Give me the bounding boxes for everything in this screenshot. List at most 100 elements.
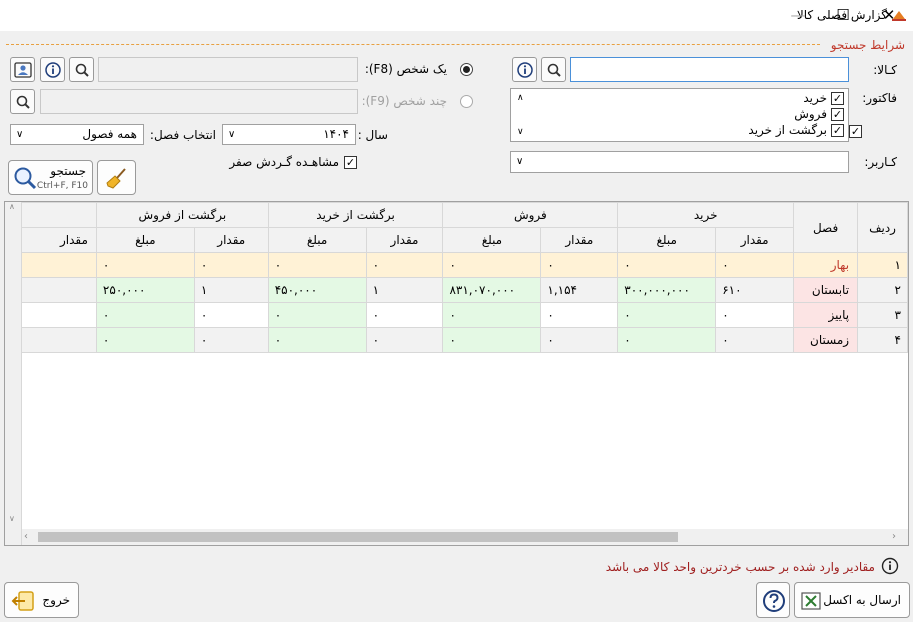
factor-item-buy[interactable]: ✓ خرید (803, 91, 844, 105)
cell: ۱ (193, 277, 269, 303)
scroll-down-icon[interactable]: ∨ (9, 514, 15, 523)
checkbox-checked-icon[interactable]: ✓ (831, 123, 844, 137)
scroll-down-icon[interactable]: ∨ (517, 127, 524, 137)
person-input[interactable] (98, 57, 358, 82)
chevron-down-icon: ∨ (228, 129, 236, 140)
one-person-radio[interactable] (460, 63, 473, 76)
scroll-up-icon[interactable]: ∧ (9, 202, 15, 211)
checkbox-checked-icon[interactable]: ✓ (831, 107, 844, 121)
sub-amount[interactable]: مبلغ (442, 227, 542, 253)
factor-item-buy-return[interactable]: ✓ برگشت از خرید (748, 123, 844, 137)
cell: ۰ (95, 302, 195, 328)
table-row[interactable]: ۲ تابستان ۶۱۰ ۳۰۰,۰۰۰,۰۰۰ ۱,۱۵۴ ۸۳۱,۰۷۰,… (5, 277, 908, 303)
kala-search-button[interactable] (541, 57, 566, 82)
sub-amount[interactable]: مبلغ (267, 227, 367, 253)
user-card-icon (13, 61, 32, 78)
checkbox-checked-icon[interactable]: ✓ (831, 91, 844, 105)
info-icon (516, 61, 533, 78)
group-buy[interactable]: خرید (617, 202, 795, 228)
kala-info-button[interactable] (512, 57, 537, 82)
season-cell: پاییز (793, 302, 859, 328)
year-label: سال : (357, 128, 388, 142)
group-buy-return[interactable]: برگشت از خرید (267, 202, 444, 228)
table-row[interactable]: ۴ زمستان ۰ ۰ ۰ ۰ ۰ ۰ ۰ ۰ ۰ (5, 327, 908, 353)
clear-button[interactable] (97, 160, 136, 195)
zero-turnover-checkbox[interactable]: ✓ (344, 156, 357, 169)
close-button[interactable]: ✕ (866, 0, 912, 31)
factor-label: فاکتور: (862, 91, 897, 105)
cell: ۰ (715, 252, 795, 278)
exit-button[interactable]: خروج (4, 582, 79, 618)
maximize-button[interactable]: ☐ (820, 0, 866, 31)
excel-icon (801, 592, 821, 610)
cell: ۰ (193, 302, 269, 328)
cell: ۰ (540, 252, 619, 278)
kala-input[interactable] (570, 57, 849, 82)
scroll-left-icon[interactable]: ‹ (24, 531, 28, 542)
search-button[interactable]: جستجو Ctrl+F, F10 (8, 160, 93, 195)
scroll-up-icon[interactable]: ∧ (517, 93, 524, 103)
horizontal-scrollbar[interactable]: ‹ › (22, 529, 908, 545)
search-icon (547, 63, 561, 77)
cell: ۰ (267, 302, 367, 328)
multi-person-search-button[interactable] (10, 89, 35, 114)
multi-person-input[interactable] (40, 89, 358, 114)
person-card-button[interactable] (10, 57, 35, 82)
sub-qty[interactable]: مقدار (540, 227, 619, 253)
cell: ۰ (617, 327, 717, 353)
cell: ۱,۱۵۴ (540, 277, 619, 303)
sub-qty[interactable]: مقدار (715, 227, 795, 253)
data-grid[interactable]: ردیف فصل خرید فروش برگشت از خرید برگشت ا… (4, 201, 909, 546)
kala-label: کـالا: (873, 63, 897, 77)
season-cell: بهار (793, 252, 859, 278)
export-excel-button[interactable]: ارسال به اکسل (794, 582, 910, 618)
cell: ۰ (442, 252, 542, 278)
cell: ۰ (365, 327, 444, 353)
info-icon (881, 557, 899, 575)
cell: ۱ (365, 277, 444, 303)
unit-note: مقادیر وارد شده بر حسب خردترین واحد کالا… (605, 560, 875, 574)
year-select[interactable]: ∨ ۱۴۰۴ (222, 124, 356, 145)
vertical-scrollbar[interactable]: ∧ ∨ (5, 202, 22, 545)
user-select[interactable]: ∨ (510, 151, 849, 173)
scrollbar-thumb[interactable] (38, 532, 678, 542)
table-row[interactable]: ۱ بهار ۰ ۰ ۰ ۰ ۰ ۰ ۰ ۰ ۰ (5, 252, 908, 278)
minimize-button[interactable]: — (775, 0, 821, 31)
factor-item-sell[interactable]: ✓ فروش (794, 107, 844, 121)
exit-label: خروج (42, 593, 70, 607)
season-cell: زمستان (793, 327, 859, 353)
person-search-button[interactable] (69, 57, 94, 82)
season-select[interactable]: ∨ همه فصول (10, 124, 144, 145)
sub-amount[interactable]: مبلغ (617, 227, 717, 253)
help-button[interactable] (756, 582, 790, 618)
sub-qty[interactable]: مقدار (193, 227, 269, 253)
search-icon (16, 95, 30, 109)
cell: ۰ (193, 327, 269, 353)
cell: ۰ (715, 327, 795, 353)
cell: ۰ (540, 327, 619, 353)
cell: ۳۰۰,۰۰۰,۰۰۰ (617, 277, 717, 303)
row-number: ۴ (857, 327, 908, 353)
cell: ۰ (193, 252, 269, 278)
factor-all-checkbox[interactable]: ✓ (849, 125, 862, 138)
factor-list[interactable]: ∧ ∨ ✓ خرید ✓ فروش ✓ برگشت از خرید (510, 88, 849, 142)
col-row-number[interactable]: ردیف (857, 202, 908, 253)
cell: ۰ (617, 302, 717, 328)
help-icon (763, 590, 785, 612)
sub-qty[interactable]: مقدار (365, 227, 444, 253)
cell: ۰ (540, 302, 619, 328)
cell: ۰ (267, 252, 367, 278)
scroll-right-icon[interactable]: › (892, 531, 896, 542)
sub-amount[interactable]: مبلغ (95, 227, 195, 253)
exit-door-icon (11, 591, 34, 611)
person-info-button[interactable] (40, 57, 65, 82)
group-sell[interactable]: فروش (442, 202, 619, 228)
table-row[interactable]: ۳ پاییز ۰ ۰ ۰ ۰ ۰ ۰ ۰ ۰ ۰ (5, 302, 908, 328)
multi-person-radio[interactable] (460, 95, 473, 108)
search-button-label: جستجو (50, 164, 86, 178)
chevron-down-icon: ∨ (16, 129, 24, 140)
magnifier-icon (14, 167, 37, 190)
col-season[interactable]: فصل (793, 202, 859, 253)
group-sell-return[interactable]: برگشت از فروش (95, 202, 269, 228)
zero-turnover-label: مشاهـده گـردش صفر (229, 155, 339, 169)
